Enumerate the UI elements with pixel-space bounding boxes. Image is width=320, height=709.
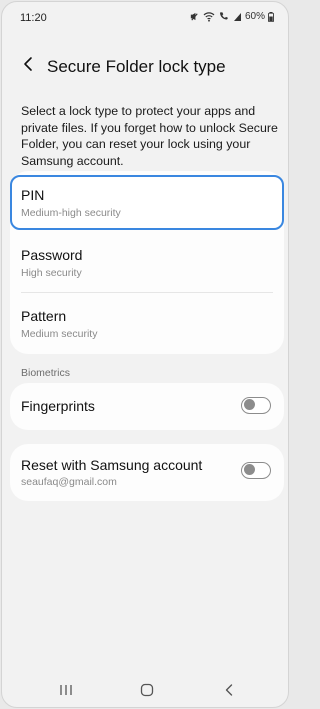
nav-back-button[interactable]	[217, 682, 241, 702]
reset-samsung-account-row[interactable]: Reset with Samsung account seaufaq@gmail…	[10, 444, 284, 501]
lock-type-list: PIN Medium-high security Password High s…	[10, 171, 284, 354]
app-bar: Secure Folder lock type	[2, 48, 288, 84]
description-text: Select a lock type to protect your apps …	[21, 104, 278, 168]
lock-option-password[interactable]: Password High security	[10, 233, 284, 291]
reset-title: Reset with Samsung account	[21, 457, 203, 473]
toggle-knob	[244, 464, 255, 476]
section-label-biometrics: Biometrics	[21, 367, 71, 379]
option-subtitle: Medium security	[21, 328, 98, 340]
back-button[interactable]	[16, 54, 40, 78]
mute-icon	[189, 11, 200, 22]
fingerprints-row[interactable]: Fingerprints	[10, 383, 284, 430]
status-icons: 60%	[189, 11, 274, 22]
status-time: 11:20	[20, 12, 47, 24]
option-title: Password	[21, 247, 83, 263]
fingerprints-label: Fingerprints	[21, 398, 95, 414]
page-title: Secure Folder lock type	[47, 57, 226, 76]
wifi-calling-icon	[218, 11, 230, 22]
option-subtitle: High security	[21, 267, 82, 279]
signal-icon	[233, 12, 242, 22]
reset-toggle[interactable]	[241, 462, 271, 479]
back-icon	[224, 683, 234, 702]
navigation-bar	[2, 674, 288, 707]
lock-option-pin[interactable]: PIN Medium-high security	[10, 175, 284, 230]
battery-icon	[268, 11, 274, 22]
status-bar: 11:20 60%	[2, 2, 288, 34]
account-email: seaufaq@gmail.com	[21, 476, 117, 488]
phone-screen: 11:20 60% Secure Folder lock type Select…	[1, 1, 289, 708]
battery-percent: 60%	[244, 11, 265, 22]
option-subtitle: Medium-high security	[21, 207, 121, 219]
recent-apps-button[interactable]	[54, 682, 78, 702]
home-button[interactable]	[135, 682, 159, 702]
lock-option-pattern[interactable]: Pattern Medium security	[10, 293, 284, 353]
home-icon	[140, 683, 154, 702]
back-arrow-icon	[22, 56, 34, 77]
toggle-knob	[244, 399, 255, 411]
recent-apps-icon	[59, 683, 73, 701]
option-title: PIN	[21, 187, 45, 203]
option-title: Pattern	[21, 308, 67, 324]
fingerprints-toggle[interactable]	[241, 397, 271, 414]
wifi-icon	[203, 11, 215, 22]
